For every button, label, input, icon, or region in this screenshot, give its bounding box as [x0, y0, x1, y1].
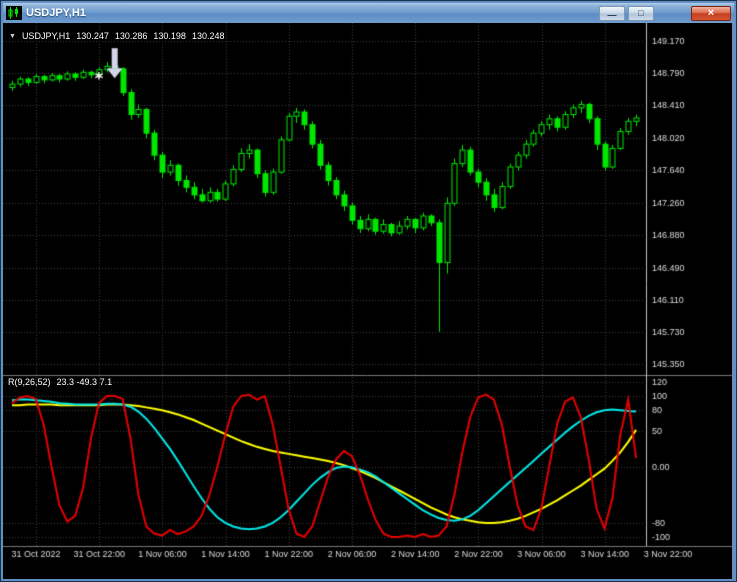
symbol-period-label: USDJPY,H1: [21, 31, 71, 41]
maximize-icon: □: [638, 7, 644, 18]
chart-canvas[interactable]: [3, 23, 732, 579]
close-icon: ×: [707, 6, 715, 19]
window-title: USDJPY,H1: [26, 7, 86, 19]
close-button[interactable]: ×: [691, 5, 731, 21]
title-bar[interactable]: USDJPY,H1 — □ ×: [3, 3, 734, 23]
window-icon: [6, 6, 22, 20]
maximize-button[interactable]: □: [628, 5, 654, 21]
window-controls: — □ ×: [599, 5, 731, 21]
chart-info-line: ▼ USDJPY,H1 130.247 130.286 130.198 130.…: [9, 31, 224, 41]
open-value: 130.247: [76, 31, 109, 41]
symbol-dropdown-icon[interactable]: ▼: [9, 33, 16, 40]
low-value: 130.198: [153, 31, 186, 41]
chart-window: USDJPY,H1 — □ × ▼ USDJPY,H1 130.247 130.…: [0, 0, 737, 582]
close-value: 130.248: [191, 31, 225, 41]
minimize-icon: —: [607, 9, 617, 20]
minimize-button[interactable]: —: [599, 5, 625, 21]
indicator-name: R(9,26,52): [8, 377, 51, 387]
indicator-values: 23.3 -49.3 7.1: [56, 377, 113, 387]
chart-client-area: ▼ USDJPY,H1 130.247 130.286 130.198 130.…: [3, 23, 732, 579]
indicator-label: R(9,26,52) 23.3 -49.3 7.1: [8, 377, 112, 387]
high-value: 130.286: [114, 31, 148, 41]
